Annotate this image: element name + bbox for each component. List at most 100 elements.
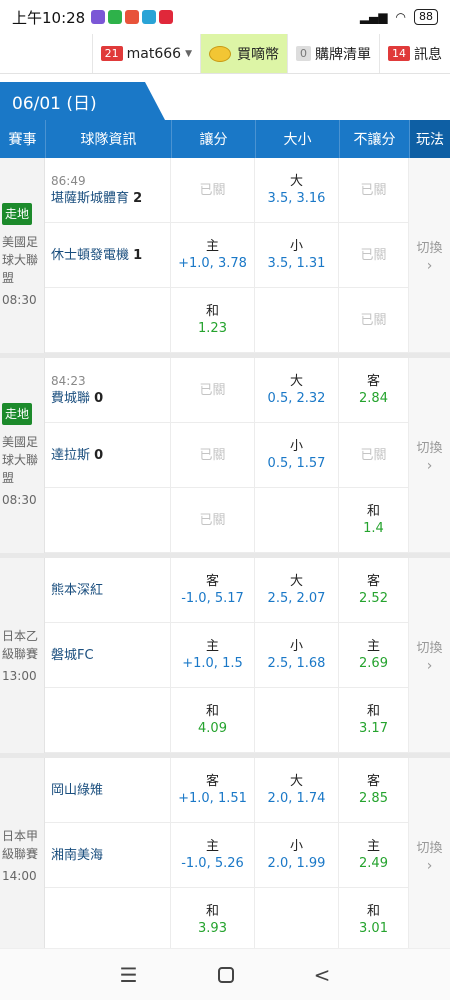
back-icon[interactable]: <: [314, 963, 331, 987]
moneyline-cell[interactable]: 已關: [339, 423, 409, 488]
moneyline-cell[interactable]: 和 3.17: [339, 688, 409, 753]
moneyline-cell[interactable]: 主 2.69: [339, 623, 409, 688]
over-under-cell[interactable]: 大 3.5, 3.16: [255, 158, 339, 223]
moneyline-cell[interactable]: 和 3.01: [339, 888, 409, 953]
odds-label: 主: [205, 839, 219, 854]
home-score: 2: [133, 191, 143, 206]
odds-label: 主: [205, 239, 219, 254]
handicap-cell[interactable]: 主 -1.0, 5.26: [171, 823, 255, 888]
menu-icon[interactable]: ☰: [120, 963, 138, 987]
moneyline-cell[interactable]: 客 2.52: [339, 558, 409, 623]
league-name: 美國足球大聯盟: [2, 434, 39, 485]
moneyline-cell[interactable]: 和 1.4: [339, 488, 409, 553]
over-under-cell[interactable]: 大 0.5, 2.32: [255, 358, 339, 423]
switch-play-button[interactable]: 切換 ›: [409, 158, 450, 353]
header-play-type: 玩法: [409, 120, 450, 158]
over-under-cell: [255, 488, 339, 553]
handicap-cell[interactable]: 主 +1.0, 1.5: [171, 623, 255, 688]
handicap-cell[interactable]: 和 1.23: [171, 288, 255, 353]
moneyline-cell[interactable]: 客 2.84: [339, 358, 409, 423]
switch-play-button[interactable]: 切換 ›: [409, 358, 450, 553]
odds-label: 和: [205, 704, 219, 719]
home-icon[interactable]: [217, 966, 234, 983]
over-under-cell[interactable]: 小 2.0, 1.99: [255, 823, 339, 888]
home-team-cell[interactable]: 熊本深紅: [45, 558, 171, 623]
moneyline-cell[interactable]: 已關: [339, 223, 409, 288]
over-under-cell[interactable]: 小 2.5, 1.68: [255, 623, 339, 688]
match-clock: 84:23: [51, 374, 86, 388]
moneyline-cell[interactable]: 已關: [339, 288, 409, 353]
odds-value: 2.0, 1.74: [267, 791, 326, 806]
handicap-cell[interactable]: 已關: [171, 423, 255, 488]
notification-icons: [91, 10, 174, 24]
odds-value: 3.5, 3.16: [267, 191, 326, 206]
away-team-cell[interactable]: 達拉斯 0: [45, 423, 171, 488]
coin-icon: [209, 45, 231, 62]
buy-coins-button[interactable]: 買嘀幣: [200, 34, 287, 73]
over-under-cell[interactable]: 小 0.5, 1.57: [255, 423, 339, 488]
league-name: 美國足球大聯盟: [2, 234, 39, 285]
match-clock: 86:49: [51, 174, 86, 188]
user-menu[interactable]: 21 mat666 ▼: [91, 34, 200, 73]
match-time: 14:00: [2, 868, 37, 883]
handicap-cell[interactable]: 客 -1.0, 5.17: [171, 558, 255, 623]
caret-down-icon: ▼: [185, 48, 192, 59]
handicap-cell[interactable]: 主 +1.0, 3.78: [171, 223, 255, 288]
odds-label: 主: [366, 839, 380, 854]
over-under-cell[interactable]: 大 2.5, 2.07: [255, 558, 339, 623]
switch-play-button[interactable]: 切換 ›: [409, 558, 450, 753]
odds-value: 3.5, 1.31: [267, 256, 326, 271]
home-team-cell[interactable]: 岡山綠雉: [45, 758, 171, 823]
away-team-cell[interactable]: 磐城FC: [45, 623, 171, 688]
odds-value: -1.0, 5.17: [181, 591, 244, 606]
away-team-cell[interactable]: 湘南美海: [45, 823, 171, 888]
user-badge: 21: [100, 46, 123, 61]
handicap-cell[interactable]: 和 4.09: [171, 688, 255, 753]
closed-label: 已關: [199, 182, 226, 198]
away-score: 1: [133, 247, 143, 263]
match-block: 日本乙級聯賽 13:00 熊本深紅 客 -1.0, 5.17 大 2.5, 2.07 客 2.5…: [0, 558, 450, 758]
handicap-cell[interactable]: 客 +1.0, 1.51: [171, 758, 255, 823]
moneyline-cell[interactable]: 主 2.49: [339, 823, 409, 888]
bet-slip-button[interactable]: 0 購牌清單: [287, 34, 379, 73]
home-team-cell[interactable]: 86:49 堪薩斯城體育 2: [45, 158, 171, 223]
odds-value: 2.69: [359, 656, 388, 671]
over-under-cell[interactable]: 小 3.5, 1.31: [255, 223, 339, 288]
league-cell: 走地 美國足球大聯盟 08:30: [0, 158, 45, 353]
home-team-name: 費城聯: [51, 391, 91, 406]
odds-label: 和: [205, 304, 219, 319]
league-cell: 走地 美國足球大聯盟 08:30: [0, 358, 45, 553]
date-tab[interactable]: 06/01 (日): [0, 82, 165, 120]
handicap-cell[interactable]: 已關: [171, 488, 255, 553]
handicap-cell[interactable]: 和 3.93: [171, 888, 255, 953]
system-nav-bar: ☰ <: [0, 948, 450, 1000]
app-notification-icon: [159, 10, 174, 24]
away-team-cell[interactable]: 休士頓發電機 1: [45, 223, 171, 288]
odds-value: +1.0, 3.78: [178, 256, 247, 271]
moneyline-cell[interactable]: 客 2.85: [339, 758, 409, 823]
away-team-name: 湘南美海: [51, 847, 104, 863]
odds-label: 大: [289, 374, 303, 389]
handicap-cell[interactable]: 已關: [171, 358, 255, 423]
switch-play-button[interactable]: 切換 ›: [409, 758, 450, 953]
over-under-cell: [255, 288, 339, 353]
away-team-line: 達拉斯 0: [51, 447, 103, 464]
odds-value: 2.49: [359, 856, 388, 871]
moneyline-cell[interactable]: 已關: [339, 158, 409, 223]
odds-label: 和: [366, 704, 380, 719]
closed-label: 已關: [360, 247, 387, 263]
odds-value: 1.4: [363, 521, 384, 536]
date-bar: 06/01 (日): [0, 82, 450, 120]
home-team-cell[interactable]: 84:23 費城聯 0: [45, 358, 171, 423]
over-under-cell[interactable]: 大 2.0, 1.74: [255, 758, 339, 823]
signal-icon: ▂▄▆: [359, 10, 388, 24]
handicap-cell[interactable]: 已關: [171, 158, 255, 223]
odds-value: 3.93: [198, 921, 227, 936]
wifi-icon: ◠: [395, 10, 406, 24]
chevron-right-icon: ›: [426, 257, 433, 274]
messages-button[interactable]: 14 訊息: [379, 34, 450, 73]
odds-label: 小: [289, 639, 303, 654]
odds-label: 客: [205, 574, 219, 589]
league-name: 日本甲級聯賽: [2, 828, 39, 861]
app-notification-icon: [142, 10, 157, 24]
